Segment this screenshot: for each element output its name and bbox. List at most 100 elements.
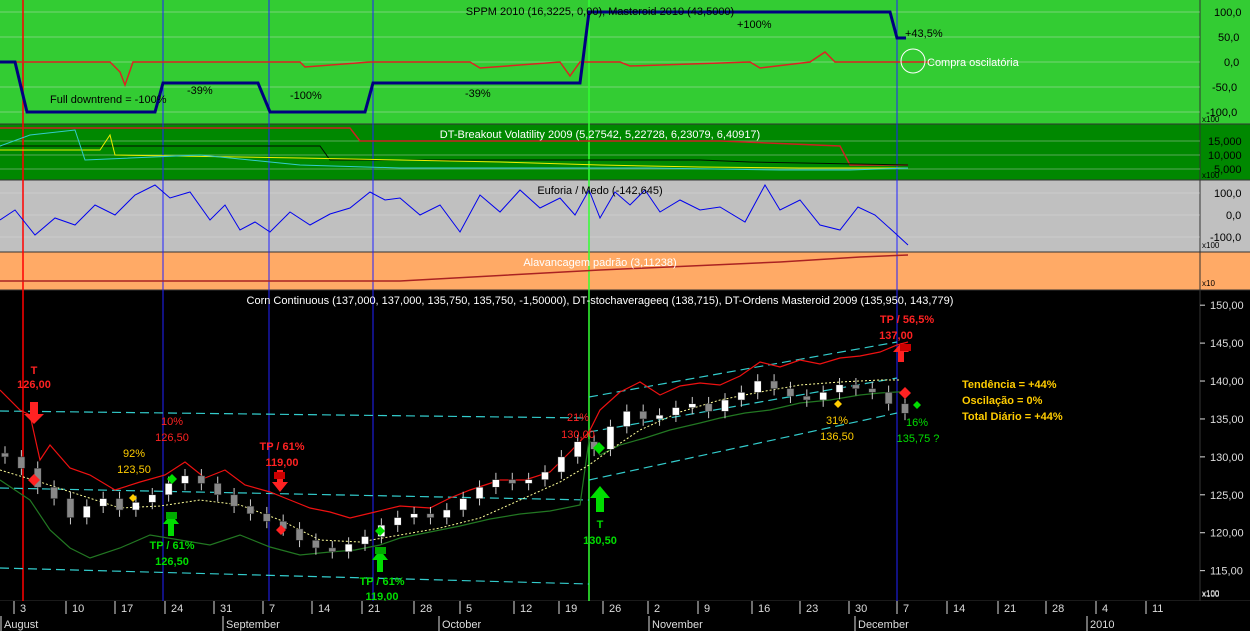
candle-body: [737, 392, 746, 401]
candle-body: [868, 388, 877, 393]
candle-body: [50, 486, 58, 499]
euforia-tick: 100,0: [1214, 188, 1242, 200]
summary-total: Total Diário = +44%: [962, 411, 1063, 423]
candle-body: [704, 403, 713, 412]
signal-price-t-sell: 126,00: [17, 379, 51, 391]
sppm-tick: -50,0: [1212, 82, 1237, 94]
signal-price-92: 123,50: [117, 464, 151, 476]
x-day-label: 3: [20, 603, 26, 615]
candle-body: [230, 494, 238, 507]
signal-label-16: 16%: [906, 417, 928, 429]
sppm-title: SPPM 2010 (16,3225, 0,00), Masteroid 201…: [466, 6, 734, 18]
x-day-label: 30: [855, 603, 867, 615]
x-month-label: September: [226, 619, 280, 631]
sppm-annot-compra: Compra oscilatória: [927, 57, 1020, 69]
signal-price-tp61-buy-a: 126,50: [155, 556, 189, 568]
candle-body: [295, 528, 304, 541]
signal-label-tp61-buy-b: TP / 61%: [359, 576, 404, 588]
euforia-scale: x100: [1202, 241, 1220, 250]
signal-price-t-buy: 130,50: [583, 535, 617, 547]
x-day-label: 26: [609, 603, 621, 615]
x-day-label: 21: [368, 603, 380, 615]
price-tick: 145,00: [1210, 338, 1244, 350]
candle-body: [770, 380, 778, 389]
price-tick: 135,00: [1210, 414, 1244, 426]
signal-label-tp61-buy-a: TP / 61%: [149, 540, 194, 552]
x-day-label: 11: [1152, 603, 1163, 615]
alavancagem-title: Alavancagem padrão (3,11238): [523, 257, 676, 269]
x-day-label: 2: [654, 603, 660, 615]
exit-marker-4: [900, 344, 911, 351]
candle-body: [573, 441, 582, 458]
summary-oscilacao: Oscilação = 0%: [962, 395, 1043, 407]
candle-body: [721, 399, 729, 412]
candle-body: [344, 543, 353, 552]
x-day-label: 7: [269, 603, 275, 615]
price-title: Corn Continuous (137,000, 137,000, 135,7…: [247, 295, 954, 307]
signal-price-16: 135,75 ?: [897, 433, 940, 445]
candle-body: [115, 498, 124, 511]
signal-label-tp61-sell: TP / 61%: [259, 441, 304, 453]
candle-body: [901, 403, 909, 414]
price-tick: 120,00: [1210, 528, 1244, 540]
candle-body: [541, 471, 549, 480]
signal-price-tp565: 137,00: [879, 330, 913, 342]
x-day-label: 9: [704, 603, 710, 615]
x-month-label: October: [442, 619, 481, 631]
candle-body: [623, 411, 631, 427]
candle-body: [393, 517, 402, 526]
summary-tendencia: Tendência = +44%: [962, 379, 1057, 391]
sppm-tick: 50,0: [1218, 32, 1239, 44]
candle-body: [132, 502, 140, 511]
exit-marker-3: [274, 472, 285, 479]
signal-label-t-buy: T: [597, 519, 604, 531]
candle-body: [17, 456, 26, 469]
breakout-scale: x100: [1202, 171, 1220, 180]
alav-scale: x10: [1202, 279, 1215, 288]
breakout-axis: 15,000 10,000 5,000 x100: [1202, 136, 1242, 180]
candle-body: [508, 479, 517, 484]
candle-body: [1, 452, 9, 458]
candle-body: [606, 426, 615, 450]
x-day-label: 23: [806, 603, 818, 615]
sppm-annot-full-downtrend: Full downtrend = -100%: [50, 94, 167, 106]
x-day-label: 12: [520, 603, 532, 615]
x-day-label: 16: [758, 603, 770, 615]
candle-body: [181, 475, 189, 484]
breakout-tick: 10,000: [1208, 150, 1242, 162]
signal-label-92: 92%: [123, 448, 145, 460]
sppm-scale: x100: [1202, 115, 1220, 124]
candle-body: [819, 392, 827, 401]
candle-body: [459, 498, 467, 511]
candle-body: [148, 494, 157, 503]
sppm-annot-100: -100%: [290, 90, 322, 102]
chart-window: SPPM 2010 (16,3225, 0,00), Masteroid 201…: [0, 0, 1250, 631]
sppm-annot-plus100: +100%: [737, 19, 772, 31]
candle-body: [361, 536, 369, 545]
x-day-label: 28: [420, 603, 432, 615]
x-day-label: 24: [171, 603, 183, 615]
breakout-title: DT-Breakout Volatility 2009 (5,27542, 5,…: [440, 129, 760, 141]
sppm-tick: 0,0: [1224, 57, 1239, 69]
candle-body: [672, 407, 680, 416]
price-tick: 125,00: [1210, 490, 1244, 502]
x-day-label: 4: [1102, 603, 1108, 615]
candle-body: [884, 392, 893, 405]
candle-body: [475, 486, 484, 499]
signal-price-tp61-sell: 119,00: [265, 457, 298, 469]
sppm-annot-39b: -39%: [465, 88, 491, 100]
candle-body: [803, 395, 811, 401]
candle-body: [66, 498, 75, 518]
x-day-label: 10: [72, 603, 84, 615]
candle-body: [443, 509, 451, 518]
x-day-label: 28: [1052, 603, 1064, 615]
euforia-tick: 0,0: [1226, 210, 1241, 222]
signal-label-tp565: TP / 56,5%: [880, 314, 934, 326]
euforia-title: Euforia / Medo (-142,645): [537, 185, 662, 197]
candle-body: [524, 479, 533, 484]
price-axis-bg: [1200, 290, 1250, 601]
candle-body: [312, 540, 320, 549]
sppm-tick: 100,0: [1214, 7, 1242, 19]
candle-body: [328, 547, 337, 552]
breakout-tick: 15,000: [1208, 136, 1242, 148]
